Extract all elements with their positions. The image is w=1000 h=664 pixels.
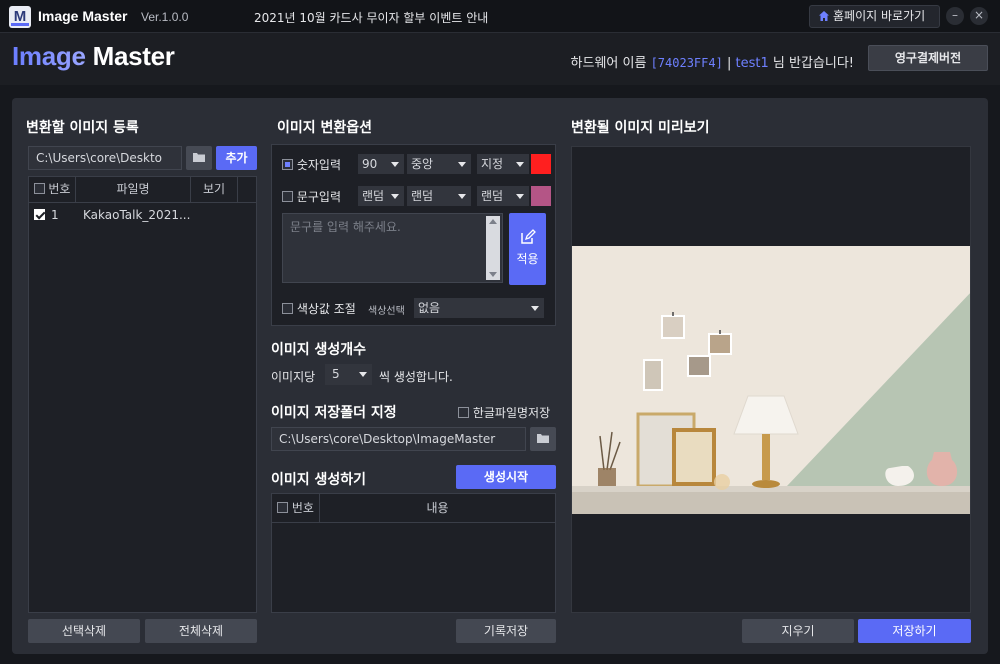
color-adjust-label: 색상값 조절 [296, 302, 356, 316]
preview-image [572, 246, 970, 514]
app-logo-icon: M [9, 6, 31, 28]
phrase-placeholder: 문구를 입력 해주세요. [290, 220, 401, 234]
hardware-id: [74023FF4] [650, 56, 723, 70]
apply-button[interactable]: 적용 [509, 213, 546, 285]
count-suffix: 씩 생성합니다. [379, 370, 453, 384]
text-input-checkbox[interactable] [282, 191, 293, 202]
source-folder-button[interactable] [186, 146, 212, 170]
hardware-info: 하드웨어 이름 [74023FF4] | test1 님 반갑습니다! [571, 52, 854, 71]
add-button[interactable]: 추가 [216, 146, 257, 170]
options-title: 이미지 변환옵션 [277, 120, 373, 136]
start-generate-button[interactable]: 생성시작 [456, 465, 556, 489]
korean-filename-label: 한글파일명저장 [472, 406, 551, 420]
count-select[interactable]: 5 [325, 364, 372, 385]
preview-area [571, 146, 971, 613]
options-box: 숫자입력 90 중앙 지정 문구입력 랜덤 랜덤 랜덤 문구를 입력 해주세요.… [271, 144, 556, 326]
username: test1 [735, 56, 769, 71]
color-adjust-option[interactable]: 색상값 조절 [282, 300, 356, 317]
folder-icon [193, 153, 205, 162]
row-checkbox[interactable] [34, 209, 45, 220]
log-table-header: 번호 내용 [272, 494, 555, 523]
generate-title: 이미지 생성하기 [271, 472, 367, 488]
close-button[interactable]: × [970, 7, 988, 25]
table-row[interactable]: 1 KakaoTalk_2021... [29, 205, 238, 225]
number-mode-select[interactable]: 지정 [477, 154, 529, 174]
title-bar: M Image Master Ver.1.0.0 2021년 10월 카드사 무… [0, 0, 1000, 33]
homepage-button[interactable]: 홈페이지 바로가기 [809, 5, 940, 28]
text-color-swatch[interactable] [531, 186, 551, 206]
text-position-select[interactable]: 랜덤 [407, 186, 471, 206]
app-title: Image Master [38, 8, 128, 24]
row-num: 1 [51, 208, 59, 222]
text-input-label: 문구입력 [296, 190, 341, 204]
erase-button[interactable]: 지우기 [742, 619, 854, 643]
number-input-option[interactable]: 숫자입력 [282, 156, 341, 173]
delete-selected-button[interactable]: 선택삭제 [28, 619, 140, 643]
greeting-text: 님 반갑습니다! [772, 56, 854, 71]
register-title: 변환할 이미지 등록 [26, 120, 139, 136]
text-input-option[interactable]: 문구입력 [282, 188, 341, 205]
korean-filename-checkbox[interactable] [458, 407, 469, 418]
col-num-label: 번호 [48, 182, 71, 196]
color-adjust-checkbox[interactable] [282, 303, 293, 314]
log-col-num-label: 번호 [291, 501, 314, 515]
scroll-down-icon[interactable] [489, 272, 497, 277]
phrase-textarea[interactable]: 문구를 입력 해주세요. [282, 213, 503, 283]
permanent-version-button[interactable]: 영구결제버전 [868, 45, 988, 71]
homepage-button-label: 홈페이지 바로가기 [833, 9, 926, 23]
log-col-num: 번호 [272, 494, 320, 523]
number-size-select[interactable]: 90 [358, 154, 404, 174]
row-filename: KakaoTalk_2021... [83, 208, 191, 222]
notice-link[interactable]: 2021년 10월 카드사 무이자 할부 이벤트 안내 [254, 9, 488, 26]
app-version: Ver.1.0.0 [141, 10, 189, 24]
number-input-label: 숫자입력 [296, 158, 341, 172]
source-path-input[interactable]: C:\Users\core\Deskto [28, 146, 182, 170]
folder-icon [537, 434, 549, 443]
logo-part-master: Master [92, 41, 175, 71]
text-mode-select[interactable]: 랜덤 [477, 186, 529, 206]
file-table: 번호 파일명 보기 1 KakaoTalk_2021... [28, 176, 257, 613]
count-title: 이미지 생성개수 [271, 342, 367, 358]
apply-button-label: 적용 [516, 252, 539, 266]
number-color-swatch[interactable] [531, 154, 551, 174]
file-table-header: 번호 파일명 보기 [29, 177, 256, 203]
log-col-content: 내용 [426, 501, 449, 515]
scroll-up-icon[interactable] [489, 219, 497, 224]
save-log-button[interactable]: 기록저장 [456, 619, 556, 643]
delete-all-button[interactable]: 전체삭제 [145, 619, 257, 643]
number-position-select[interactable]: 중앙 [407, 154, 471, 174]
app-header: Image Master 하드웨어 이름 [74023FF4] | test1 … [0, 33, 1000, 85]
select-all-checkbox[interactable] [33, 183, 45, 194]
file-col-num: 번호 [29, 177, 76, 203]
preview-title: 변환될 이미지 미리보기 [571, 120, 710, 136]
log-table: 번호 내용 [271, 493, 556, 613]
number-input-checkbox[interactable] [282, 159, 293, 170]
logo-part-image: Image [12, 41, 86, 71]
header-separator: | [726, 56, 732, 71]
text-size-select[interactable]: 랜덤 [358, 186, 404, 206]
file-col-filename: 파일명 [76, 177, 191, 203]
hardware-label: 하드웨어 이름 [570, 56, 647, 71]
korean-filename-option[interactable]: 한글파일명저장 [458, 404, 550, 421]
header-logo: Image Master [12, 41, 175, 72]
main-panel: 변환할 이미지 등록 C:\Users\core\Deskto 추가 번호 파일… [12, 98, 988, 654]
minimize-button[interactable]: – [946, 7, 964, 25]
file-col-view: 보기 [191, 177, 238, 203]
color-select-label: 색상선택 [368, 306, 405, 317]
home-icon [819, 11, 829, 21]
count-prefix: 이미지당 [271, 370, 316, 384]
edit-icon [520, 229, 536, 244]
color-select[interactable]: 없음 [414, 298, 544, 318]
textarea-scrollbar[interactable] [486, 216, 500, 280]
save-path-input[interactable]: C:\Users\core\Desktop\ImageMaster [271, 427, 526, 451]
log-select-all-checkbox[interactable] [277, 502, 289, 513]
save-image-button[interactable]: 저장하기 [858, 619, 971, 643]
save-folder-button[interactable] [530, 427, 556, 451]
folder-title: 이미지 저장폴더 지정 [271, 405, 397, 421]
